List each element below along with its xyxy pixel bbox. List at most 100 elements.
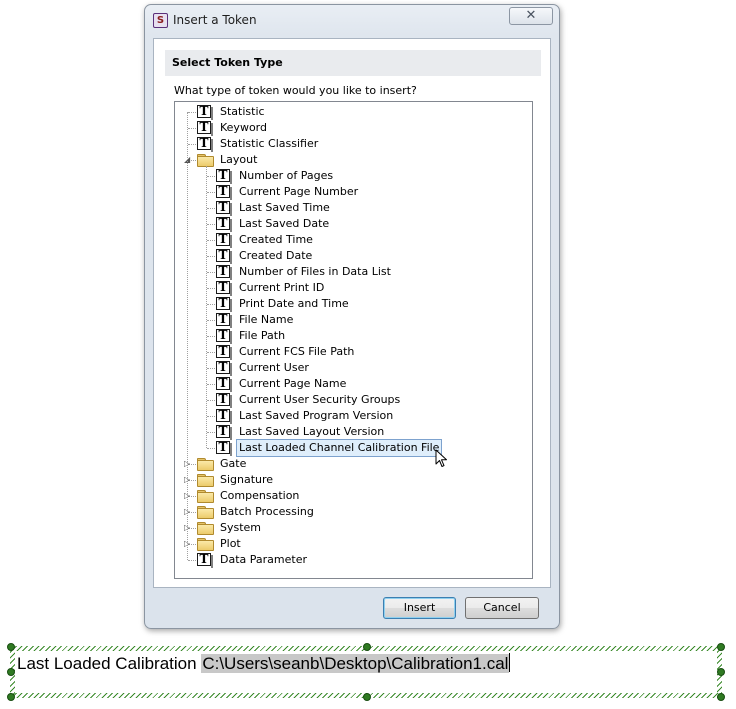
tree-connector	[188, 112, 196, 113]
token-t-icon: T	[197, 553, 213, 568]
question-label: What type of token would you like to ins…	[174, 84, 417, 97]
tree-connector	[207, 256, 215, 257]
tree-connector	[207, 368, 215, 369]
resize-handle-top-right[interactable]	[717, 643, 725, 651]
tree-item-label: Batch Processing	[220, 505, 314, 518]
close-button[interactable]: ✕	[509, 7, 553, 25]
title-bar[interactable]: S Insert a Token ✕	[145, 5, 559, 35]
resize-handle-top[interactable]	[363, 643, 371, 651]
tree-connector	[207, 336, 215, 337]
tree-item-label: Last Saved Program Version	[239, 409, 394, 422]
tree-connector	[207, 288, 215, 289]
token-t-icon: T	[216, 393, 232, 408]
insert-button[interactable]: Insert	[383, 597, 456, 619]
token-t-icon: T	[216, 441, 232, 456]
token-t-icon: T	[197, 121, 213, 136]
token-t-icon: T	[216, 265, 232, 280]
token-t-icon: T	[216, 425, 232, 440]
tree-connector	[207, 208, 215, 209]
tree-connector	[207, 224, 215, 225]
token-t-icon: T	[216, 377, 232, 392]
tree-connector	[207, 176, 215, 177]
tree-item-label: Last Saved Date	[239, 217, 330, 230]
token-tree[interactable]: T Statistic T Keyword T Statistic Classifier ◢…	[174, 101, 533, 579]
token-t-icon: T	[216, 409, 232, 424]
tree-item-label: Signature	[220, 473, 274, 486]
tree-item-label: Created Date	[239, 249, 313, 262]
folder-icon	[197, 522, 214, 535]
token-t-icon: T	[216, 345, 232, 360]
tree-connector	[207, 192, 215, 193]
insert-token-dialog: S Insert a Token ✕ Select Token Type Wha…	[144, 4, 560, 629]
tree-connector	[207, 416, 215, 417]
text-box-label: Last Loaded Calibration	[17, 654, 197, 673]
tree-item-label: Current Page Number	[239, 185, 359, 198]
token-t-icon: T	[216, 169, 232, 184]
resize-handle-bottom-left[interactable]	[7, 693, 15, 701]
folder-icon	[197, 154, 214, 167]
tree-connector	[188, 144, 196, 145]
token-t-icon: T	[216, 217, 232, 232]
tree-item-label: Print Date and Time	[239, 297, 349, 310]
folder-icon	[197, 538, 214, 551]
tree-connector	[207, 352, 215, 353]
resize-handle-bottom[interactable]	[363, 693, 371, 701]
folder-icon	[197, 506, 214, 519]
tree-item-label: Data Parameter	[220, 553, 307, 566]
token-t-icon: T	[216, 249, 232, 264]
tree-item-label: Last Loaded Channel Calibration File	[236, 439, 443, 457]
token-t-icon: T	[216, 313, 232, 328]
tree-connector	[207, 272, 215, 273]
tree-connector	[207, 432, 215, 433]
dialog-title: Insert a Token	[173, 13, 257, 27]
resize-handle-right[interactable]	[717, 668, 725, 676]
tree-connector	[188, 128, 196, 129]
tree-item-label: Gate	[220, 457, 247, 470]
tree-connector	[207, 384, 215, 385]
section-header: Select Token Type	[165, 50, 541, 76]
tree-item-label: File Name	[239, 313, 294, 326]
tree-layout-line	[206, 166, 207, 448]
tree-connector	[207, 400, 215, 401]
token-text-box[interactable]: Last Loaded Calibration C:\Users\seanb\D…	[7, 643, 725, 701]
tree-item-label: Current User	[239, 361, 309, 374]
app-icon: S	[153, 13, 168, 28]
tree-item-label: Keyword	[220, 121, 267, 134]
cancel-button[interactable]: Cancel	[465, 597, 539, 619]
folder-icon	[197, 490, 214, 503]
token-t-icon: T	[216, 201, 232, 216]
resize-handle-left[interactable]	[7, 668, 15, 676]
tree-item-label: Plot	[220, 537, 241, 550]
tree-item-label: Current FCS File Path	[239, 345, 355, 358]
inserted-token[interactable]: C:\Users\seanb\Desktop\Calibration1.cal	[201, 654, 510, 673]
token-t-icon: T	[197, 105, 213, 120]
tree-item-label: Last Saved Layout Version	[239, 425, 385, 438]
resize-handle-top-left[interactable]	[7, 643, 15, 651]
tree-connector	[207, 304, 215, 305]
tree-item-label: Statistic	[220, 105, 265, 118]
folder-icon	[197, 458, 214, 471]
tree-item-label: File Path	[239, 329, 286, 342]
tree-item-label: Number of Pages	[239, 169, 334, 182]
tree-item-label: Layout	[220, 153, 258, 166]
token-t-icon: T	[216, 281, 232, 296]
tree-connector	[207, 448, 215, 449]
text-box-content[interactable]: Last Loaded Calibration C:\Users\seanb\D…	[17, 653, 511, 674]
tree-item-label: System	[220, 521, 262, 534]
tree-connector	[188, 560, 196, 561]
tree-item-label: Created Time	[239, 233, 313, 246]
tree-item-label: Statistic Classifier	[220, 137, 319, 150]
token-t-icon: T	[216, 185, 232, 200]
folder-icon	[197, 474, 214, 487]
token-t-icon: T	[197, 137, 213, 152]
text-caret	[509, 653, 511, 672]
token-t-icon: T	[216, 297, 232, 312]
tree-item-label: Current Print ID	[239, 281, 325, 294]
resize-handle-bottom-right[interactable]	[717, 693, 725, 701]
tree-connector	[207, 240, 215, 241]
mouse-pointer-icon	[435, 449, 447, 467]
tree-item-label: Current User Security Groups	[239, 393, 401, 406]
token-t-icon: T	[216, 361, 232, 376]
tree-root-line	[187, 112, 188, 560]
tree-connector	[207, 320, 215, 321]
